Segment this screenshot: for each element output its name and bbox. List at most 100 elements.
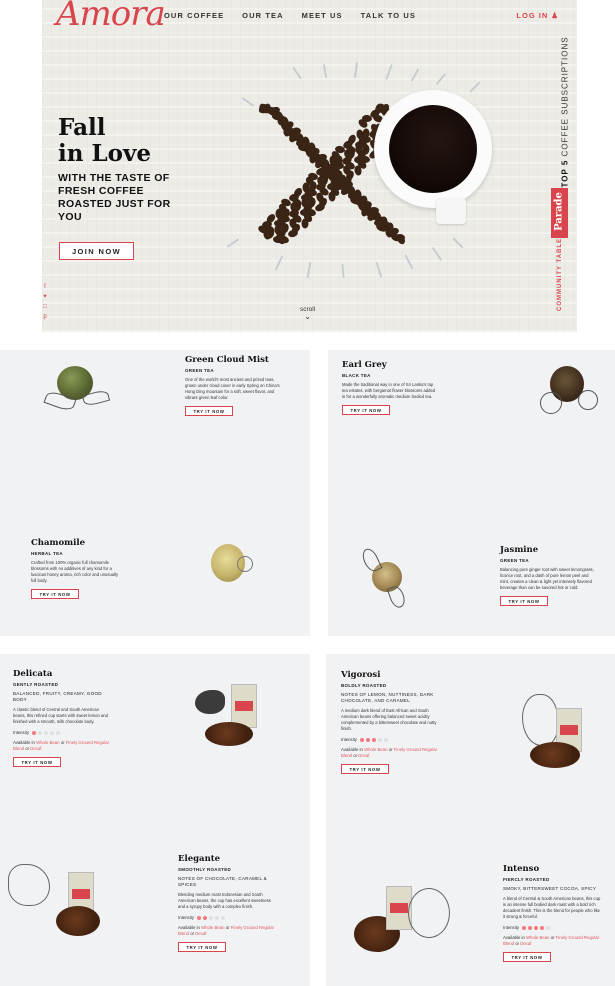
intensity-dot <box>221 915 226 920</box>
vigorosi-illustration <box>516 690 598 770</box>
avail-or: or <box>60 740 65 745</box>
tea-description: One of the world's most ancient and priz… <box>185 377 280 400</box>
login-label: LOG IN <box>516 11 549 20</box>
try-it-now-button[interactable]: TRY IT NOW <box>342 405 390 415</box>
coffee-card: Intenso FIERCLY ROASTED SMOKY, BITTERSWE… <box>503 864 603 962</box>
availability: Available in Whole Bean or Finely Ground… <box>341 747 441 759</box>
decaf-link[interactable]: Decaf <box>30 746 41 751</box>
try-it-now-button[interactable]: TRY IT NOW <box>185 406 233 416</box>
avail-or2: or <box>25 746 30 751</box>
decor-tick <box>385 64 393 80</box>
coffee-notes: NOTES OF LEMON, NUTTINESS, DARK CHOCOLAT… <box>341 692 434 703</box>
nav-talk-to-us[interactable]: TALK TO US <box>361 11 416 20</box>
try-it-now-button[interactable]: TRY IT NOW <box>31 589 79 599</box>
intensity-dot <box>209 915 214 920</box>
intensity-dot <box>372 737 377 742</box>
whole-bean-link[interactable]: Whole Bean <box>526 935 549 940</box>
coffee-notes: SMOKY, BITTERSWEET COCOA, SPICY <box>503 886 597 891</box>
intensity-dots <box>32 730 61 735</box>
try-it-now-button[interactable]: TRY IT NOW <box>341 764 389 774</box>
logo[interactable]: Amora <box>56 0 166 34</box>
try-it-now-button[interactable]: TRY IT NOW <box>13 757 61 767</box>
finely-ground-link[interactable]: Finely Ground <box>556 935 583 940</box>
decaf-link[interactable]: Decaf <box>358 753 369 758</box>
tea-name: Green Cloud Mist <box>185 355 269 365</box>
scroll-indicator[interactable]: scroll ⌄ <box>300 306 315 321</box>
chamomile-illustration <box>205 538 253 590</box>
earl-grey-illustration <box>540 362 598 418</box>
whole-bean-link[interactable]: Whole Bean <box>201 925 224 930</box>
decor-tick <box>322 63 328 79</box>
whole-bean-link[interactable]: Whole Bean <box>364 747 387 752</box>
intensity-row: Intensity <box>178 915 278 920</box>
intensity-label: Intensity <box>503 925 520 930</box>
bird-sketch <box>195 690 225 714</box>
tea-description: Crafted from 100% organic full chamomile… <box>31 560 119 583</box>
decaf-link[interactable]: Decaf <box>195 931 206 936</box>
finely-ground-link[interactable]: Finely Ground <box>231 925 258 930</box>
avail-prefix: Available in <box>341 747 363 752</box>
intensity-label: Intensity <box>341 737 358 742</box>
tea-type: HERBAL TEA <box>31 551 63 556</box>
bag-label <box>72 889 90 899</box>
try-it-now-button[interactable]: TRY IT NOW <box>503 952 551 962</box>
nav-our-coffee[interactable]: OUR COFFEE <box>164 11 224 20</box>
intensity-dot <box>50 730 55 735</box>
social-links: f ✦ □ p <box>42 284 48 321</box>
jasmine-leaf <box>386 584 408 610</box>
decor-tick <box>469 81 481 93</box>
login-link[interactable]: LOG IN ♟ <box>516 11 559 20</box>
coffee-panel-right: Vigorosi BOLDLY ROASTED NOTES OF LEMON, … <box>326 654 615 986</box>
hero-headline: Fall in Love <box>58 115 198 167</box>
twitter-icon[interactable]: ✦ <box>42 294 48 301</box>
decaf-link[interactable]: Decaf <box>520 941 531 946</box>
tea-description: Made the traditional way in one of Sri L… <box>342 382 436 399</box>
intensity-row: Intensity <box>13 730 111 735</box>
intensity-dot <box>197 915 202 920</box>
coffee-bean <box>286 229 299 239</box>
finely-ground-link[interactable]: Finely Ground <box>394 747 421 752</box>
coffee-bean <box>327 191 336 203</box>
intensity-dot <box>522 925 527 930</box>
coffee-card: Vigorosi BOLDLY ROASTED NOTES OF LEMON, … <box>341 670 441 774</box>
earl-grey-leaf <box>540 392 562 414</box>
cup-handle <box>436 198 466 224</box>
tea-type: GREEN TEA <box>185 368 214 373</box>
tea-card: Earl Grey BLACK TEA Made the traditional… <box>342 360 437 415</box>
coffee-roast: FIERCLY ROASTED <box>503 877 550 882</box>
coffee-name: Vigorosi <box>341 670 381 680</box>
bag-label <box>560 725 578 735</box>
avail-or: or <box>550 935 555 940</box>
intensity-dot <box>38 730 43 735</box>
try-it-now-button[interactable]: TRY IT NOW <box>178 942 226 952</box>
coffee-roast: SMOOTHLY ROASTED <box>178 867 232 872</box>
intensity-label: Intensity <box>178 915 195 920</box>
tea-panel-left: Green Cloud Mist GREEN TEA One of the wo… <box>0 350 310 636</box>
bean-pile <box>530 742 580 768</box>
availability: Available in Whole Bean or Finely Ground… <box>178 925 278 937</box>
coffee-bean <box>300 218 309 229</box>
try-it-now-button[interactable]: TRY IT NOW <box>500 596 548 606</box>
decor-tick <box>431 246 443 262</box>
facebook-icon[interactable]: f <box>42 284 48 291</box>
avail-or2: or <box>353 753 358 758</box>
decor-tick <box>452 237 464 249</box>
avail-prefix: Available in <box>13 740 35 745</box>
bean-pile <box>56 906 100 936</box>
instagram-icon[interactable]: □ <box>42 304 48 311</box>
intensity-dot <box>44 730 49 735</box>
intensity-dot <box>540 925 545 930</box>
join-now-button[interactable]: JOIN NOW <box>59 242 134 260</box>
top5-label: TOP 5 <box>560 159 570 188</box>
coffee-notes: NOTES OF CHOCOLATE, CARAMEL & SPICES <box>178 876 267 887</box>
whole-bean-link[interactable]: Whole Bean <box>36 740 59 745</box>
coffee-surface <box>389 105 477 193</box>
intensity-dots <box>360 737 389 742</box>
user-icon: ♟ <box>551 11 559 20</box>
intensity-label: Intensity <box>13 730 30 735</box>
nav-our-tea[interactable]: OUR TEA <box>242 11 283 20</box>
nav-meet-us[interactable]: MEET US <box>302 11 343 20</box>
pinterest-icon[interactable]: p <box>42 314 48 321</box>
finely-ground-link[interactable]: Finely Ground <box>66 740 93 745</box>
main-nav: OUR COFFEE OUR TEA MEET US TALK TO US <box>164 11 416 20</box>
